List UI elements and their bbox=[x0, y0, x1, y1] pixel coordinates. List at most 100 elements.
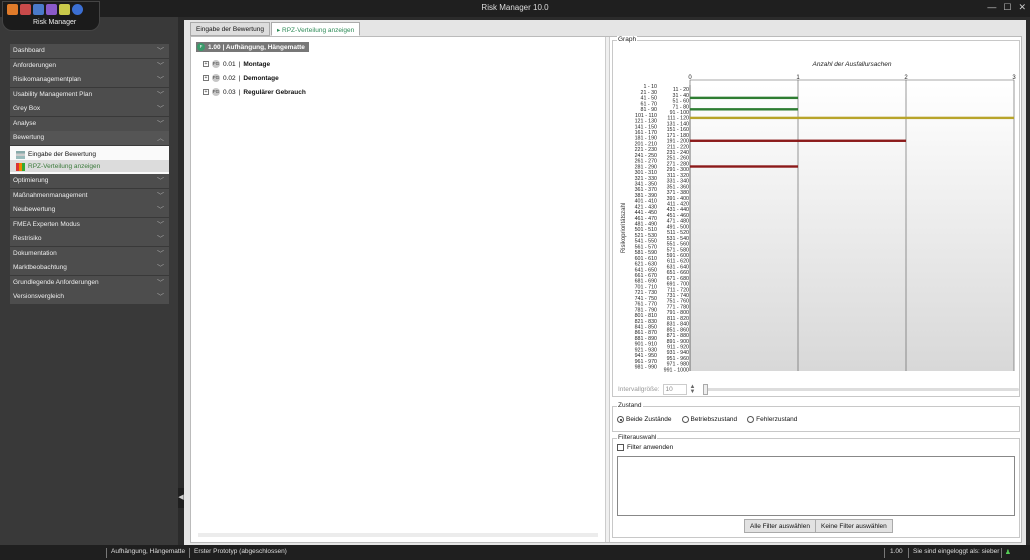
y-tick-label: 981 - 990 bbox=[635, 365, 657, 371]
sidebar-item-risikomanagementplan[interactable]: Risikomanagementplan ﹀ bbox=[10, 73, 169, 87]
main-area: Eingabe der Bewertung ▸ RPZ-Verteilung a… bbox=[184, 20, 1026, 545]
window-title: Risk Manager 10.0 bbox=[481, 3, 549, 12]
close-icon[interactable]: ✕ bbox=[1018, 2, 1026, 13]
sidebar-item-label: Usability Management Plan bbox=[13, 90, 93, 98]
tree-node-montage[interactable]: + FG 0.01 | Montage bbox=[203, 59, 270, 69]
sidebar-item-label: Dokumentation bbox=[13, 249, 57, 257]
panel-splitter[interactable] bbox=[605, 37, 610, 542]
flag-icon[interactable] bbox=[59, 4, 70, 15]
bar bbox=[690, 165, 798, 168]
chevron-down-icon: ﹀ bbox=[157, 207, 164, 214]
home-icon[interactable] bbox=[7, 4, 18, 15]
sidebar-item-label: Optimierung bbox=[13, 177, 49, 184]
tree-root-node[interactable]: F 1.00 | Aufhängung, Hängematte bbox=[196, 42, 309, 52]
sidebar-item-fmea-experten-modus[interactable]: FMEA Experten Modus ﹀ bbox=[10, 217, 169, 232]
radio-fehlerzustand[interactable]: Fehlerzustand bbox=[747, 416, 797, 423]
chart-title: Anzahl der Ausfallursachen bbox=[812, 61, 892, 68]
sidebar-item-bewertung[interactable]: Bewertung ︿ bbox=[10, 131, 169, 145]
tree-horizontal-scrollbar[interactable] bbox=[198, 533, 598, 537]
tab-eingabe-bewertung[interactable]: Eingabe der Bewertung bbox=[190, 22, 270, 36]
sidebar-item-versionsvergleich[interactable]: Versionsvergleich ﹀ bbox=[10, 290, 169, 304]
sidebar-item-ma-nahmenmanagement[interactable]: Maßnahmenmanagement ﹀ bbox=[10, 188, 169, 203]
spinner-icon[interactable]: ▲ ▼ bbox=[690, 384, 696, 395]
function-group-icon: FG bbox=[212, 60, 220, 68]
sidebar-item-label: Risikomanagementplan bbox=[13, 76, 81, 83]
sidebar-nav: Dashboard ﹀ Anforderungen ﹀ Risikomanagement… bbox=[10, 44, 169, 305]
tree-node-label: Demontage bbox=[243, 74, 279, 82]
tools-icon[interactable] bbox=[46, 4, 57, 15]
undo-icon[interactable] bbox=[33, 4, 44, 15]
sidebar-item-grey-box[interactable]: Grey Box ﹀ bbox=[10, 102, 169, 116]
sidebar-item-neubewertung[interactable]: Neubewertung ﹀ bbox=[10, 203, 169, 217]
radio-checked-icon bbox=[617, 416, 624, 423]
grid-edit-icon bbox=[16, 150, 25, 159]
chevron-down-icon: ﹀ bbox=[157, 178, 164, 185]
chevron-down-icon: ﹀ bbox=[157, 221, 164, 229]
save-icon[interactable] bbox=[20, 4, 31, 15]
tab-label: RPZ-Verteilung anzeigen bbox=[282, 27, 355, 34]
radio-betriebszustand[interactable]: Betriebszustand bbox=[681, 416, 737, 423]
checkbox-icon bbox=[617, 444, 624, 451]
chevron-down-icon: ﹀ bbox=[157, 236, 164, 243]
user-icon: ♟ bbox=[1005, 549, 1011, 556]
sidebar-item-anforderungen[interactable]: Anforderungen ﹀ bbox=[10, 58, 169, 73]
sidebar-subitem-eingabe-der-bewertung[interactable]: Eingabe der Bewertung bbox=[10, 148, 169, 160]
sidebar-item-marktbeobachtung[interactable]: Marktbeobachtung ﹀ bbox=[10, 261, 169, 275]
interval-input[interactable]: 10 bbox=[662, 384, 687, 395]
zustand-group: Zustand Beide Zustände Betriebszustand F… bbox=[612, 402, 1020, 432]
filter-group-label: Filterauswahl bbox=[617, 434, 658, 441]
graph-group: Graph Anzahl der Ausfallursachen 0 1 2 3 1 - … bbox=[612, 36, 1020, 397]
tree-node-id: 0.03 bbox=[223, 88, 236, 96]
expand-icon[interactable]: + bbox=[203, 75, 209, 81]
tree-node-regulaerer-gebrauch[interactable]: + FG 0.03 | Regulärer Gebrauch bbox=[203, 87, 306, 97]
tree-node-id: 0.01 bbox=[223, 60, 236, 68]
maximize-icon[interactable]: ☐ bbox=[1003, 2, 1011, 13]
expand-icon[interactable]: + bbox=[203, 61, 209, 67]
radio-unchecked-icon bbox=[747, 416, 755, 423]
tree-node-demontage[interactable]: + FG 0.02 | Demontage bbox=[203, 73, 279, 83]
minimize-icon[interactable]: — bbox=[987, 2, 996, 13]
bar bbox=[690, 139, 906, 142]
sidebar-item-analyse[interactable]: Analyse ﹀ bbox=[10, 116, 169, 131]
chevron-up-icon: ︿ bbox=[157, 135, 164, 142]
tab-rpz-verteilung[interactable]: ▸ RPZ-Verteilung anzeigen bbox=[270, 22, 361, 36]
sidebar-subitem-rpz-verteilung-anzeigen[interactable]: RPZ-Verteilung anzeigen bbox=[10, 159, 169, 172]
sidebar-item-label: Grey Box bbox=[13, 105, 41, 112]
status-bar: Aufhängung, Hängematte Erster Prototyp (… bbox=[0, 545, 1030, 560]
filter-anwenden-checkbox[interactable]: Filter anwenden bbox=[617, 444, 673, 451]
tree-root-label: 1.00 | Aufhängung, Hängematte bbox=[208, 43, 305, 51]
chevron-down-icon: ﹀ bbox=[157, 120, 164, 128]
content-panel: F 1.00 | Aufhängung, Hängematte + FG 0.0… bbox=[190, 36, 1022, 543]
status-node: Aufhängung, Hängematte bbox=[111, 548, 186, 555]
title-bar: Risk Manager 10.0 — ☐ ✕ bbox=[0, 0, 1030, 17]
sidebar-item-label: Maßnahmenmanagement bbox=[13, 191, 88, 199]
tree-node-label: Regulärer Gebrauch bbox=[243, 88, 306, 96]
tree-node-id: 0.02 bbox=[223, 74, 236, 82]
chevron-down-icon: ﹀ bbox=[157, 62, 164, 70]
help-icon[interactable] bbox=[72, 4, 83, 15]
sidebar-item-label: Neubewertung bbox=[13, 206, 56, 213]
app-name: Risk Manager bbox=[33, 19, 77, 26]
sidebar-item-restrisiko[interactable]: Restrisiko ﹀ bbox=[10, 232, 169, 246]
radio-beide-zustaende[interactable]: Beide Zustände bbox=[617, 416, 672, 423]
chevron-down-icon: ﹀ bbox=[157, 279, 164, 287]
filter-group: Filterauswahl Filter anwenden Alle Filte… bbox=[612, 434, 1020, 538]
select-no-filters-button[interactable]: Keine Filter auswählen bbox=[815, 519, 893, 533]
sidebar-item-label: Marktbeobachtung bbox=[13, 264, 67, 271]
slider-thumb[interactable] bbox=[702, 384, 708, 395]
bar bbox=[690, 116, 1014, 120]
chevron-down-icon: ﹀ bbox=[157, 250, 164, 258]
interval-slider[interactable] bbox=[702, 384, 1019, 395]
sidebar-item-dokumentation[interactable]: Dokumentation ﹀ bbox=[10, 246, 169, 261]
sidebar-item-dashboard[interactable]: Dashboard ﹀ bbox=[10, 44, 169, 58]
select-all-filters-button[interactable]: Alle Filter auswählen bbox=[744, 519, 816, 533]
expand-icon[interactable]: + bbox=[203, 89, 209, 95]
status-value: 1.00 bbox=[890, 548, 903, 555]
sidebar-item-optimierung[interactable]: Optimierung ﹀ bbox=[10, 174, 169, 188]
sidebar-item-usability-management-plan[interactable]: Usability Management Plan ﹀ bbox=[10, 87, 169, 102]
chevron-down-icon: ﹀ bbox=[157, 48, 164, 55]
filter-list[interactable] bbox=[617, 456, 1015, 516]
plot-area bbox=[690, 85, 1014, 371]
bar bbox=[690, 108, 798, 111]
sidebar-item-grundlegende-anforderungen[interactable]: Grundlegende Anforderungen ﹀ bbox=[10, 275, 169, 290]
